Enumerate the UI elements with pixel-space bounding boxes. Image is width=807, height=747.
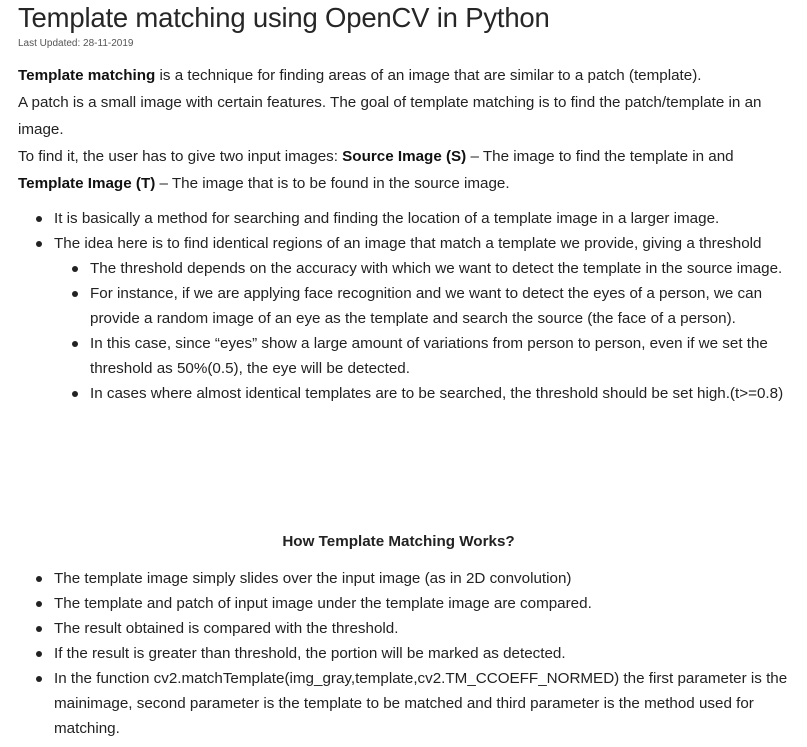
how-it-works-list: The template image simply slides over th…	[36, 566, 796, 741]
bullet-dot	[36, 215, 42, 222]
section-heading: How Template Matching Works?	[282, 533, 515, 550]
list-item-text: If the result is greater than threshold,…	[54, 645, 566, 662]
bullet-dot	[72, 390, 78, 397]
bullet-dot	[36, 650, 42, 657]
intro-p3-text-c: – The image that is to be found in the s…	[155, 175, 510, 192]
bullet-dot	[36, 575, 42, 582]
list-item: The idea here is to find identical regio…	[36, 231, 796, 406]
sub-list-item: The threshold depends on the accuracy wi…	[72, 256, 796, 281]
list-item-text: In the function cv2.matchTemplate(img_gr…	[54, 670, 788, 737]
list-item-text: The idea here is to find identical regio…	[54, 235, 762, 252]
intro-paragraph-2: A patch is a small image with certain fe…	[18, 94, 762, 138]
list-item: The template image simply slides over th…	[36, 566, 796, 591]
list-item-text: For instance, if we are applying face re…	[90, 285, 763, 327]
bullet-dot	[36, 625, 42, 632]
sub-list-item: In cases where almost identical template…	[72, 381, 796, 406]
list-item: The template and patch of input image un…	[36, 591, 796, 616]
intro-p1-text: is a technique for finding areas of an i…	[155, 67, 702, 84]
intro-p3-text-a: To find it, the user has to give two inp…	[18, 148, 343, 165]
list-item-text: In this case, since “eyes” show a large …	[90, 335, 768, 377]
intro-paragraph-1: Template matching is a technique for fin…	[18, 62, 798, 89]
intro-paragraph-3: To find it, the user has to give two inp…	[18, 143, 798, 197]
term-source-image: Source Image (S)	[342, 148, 467, 165]
overview-list: It is basically a method for searching a…	[36, 206, 796, 406]
intro-p3-text-b: – The image to find the template in and	[466, 148, 734, 165]
bullet-dot	[36, 675, 42, 682]
bullet-dot	[36, 240, 42, 247]
bullet-dot	[36, 600, 42, 607]
list-item: If the result is greater than threshold,…	[36, 641, 796, 666]
bullet-dot	[72, 290, 78, 297]
article: Template matching using OpenCV in Python…	[0, 0, 807, 747]
list-item: In the function cv2.matchTemplate(img_gr…	[36, 666, 796, 741]
list-item: It is basically a method for searching a…	[36, 206, 796, 231]
term-template-image: Template Image (T)	[18, 175, 156, 192]
page-title: Template matching using OpenCV in Python	[18, 2, 550, 33]
list-item-text: The template and patch of input image un…	[54, 595, 592, 612]
list-item-text: The threshold depends on the accuracy wi…	[90, 260, 783, 277]
bullet-dot	[72, 265, 78, 272]
list-item-text: The template image simply slides over th…	[54, 570, 572, 587]
sub-list-item: In this case, since “eyes” show a large …	[72, 331, 796, 381]
list-item-text: It is basically a method for searching a…	[54, 210, 720, 227]
threshold-sublist: The threshold depends on the accuracy wi…	[54, 256, 796, 406]
term-template-matching: Template matching	[18, 67, 156, 84]
list-item-text: In cases where almost identical template…	[90, 385, 784, 402]
bullet-dot	[72, 340, 78, 347]
list-item-text: The result obtained is compared with the…	[54, 620, 399, 637]
last-updated: Last Updated: 28-11-2019	[18, 38, 134, 49]
intro: Template matching is a technique for fin…	[18, 62, 798, 197]
sub-list-item: For instance, if we are applying face re…	[72, 281, 796, 331]
list-item: The result obtained is compared with the…	[36, 616, 796, 641]
